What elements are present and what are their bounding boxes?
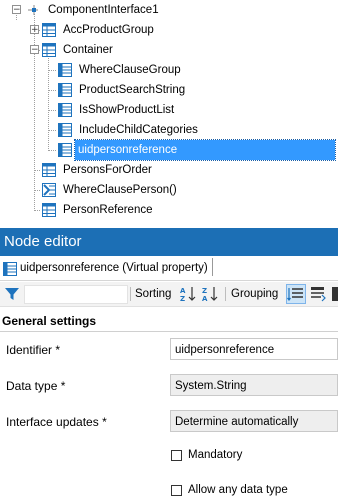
allow-any-data-type-label: Allow any data type	[188, 484, 288, 496]
node-editor-title: Node editor	[0, 228, 338, 256]
table-icon	[42, 23, 56, 37]
property-icon	[58, 83, 72, 97]
method-icon	[42, 183, 56, 197]
svg-text:Z: Z	[202, 287, 207, 295]
mandatory-checkbox[interactable]	[171, 450, 182, 461]
sort-descending-icon[interactable]: Z A	[201, 285, 219, 303]
group-by-category-icon[interactable]	[286, 284, 306, 304]
node-tab-label: uidpersonreference (Virtual property)	[20, 258, 213, 276]
property-icon	[3, 262, 17, 276]
group-more-icon[interactable]	[331, 285, 338, 303]
filter-input[interactable]	[24, 285, 128, 304]
property-icon	[58, 143, 72, 157]
editor-toolbar: Sorting A Z Z A Grouping	[0, 282, 338, 307]
tree-node-label: PersonReference	[63, 204, 153, 216]
datatype-select[interactable]: System.String	[170, 374, 338, 396]
tree-view[interactable]: − ComponentInterface1 + AccProductGroup …	[0, 0, 338, 226]
node-tab[interactable]: uidpersonreference (Virtual property)	[0, 258, 338, 281]
tree-node-label: WhereClausePerson()	[63, 184, 177, 196]
tree-node-uidpersonreference[interactable]: uidpersonreference	[0, 139, 338, 161]
property-icon	[58, 103, 72, 117]
table-icon	[42, 203, 56, 217]
group-list-icon[interactable]	[309, 285, 327, 303]
toolbar-separator	[225, 287, 226, 301]
identifier-input[interactable]: uidpersonreference	[170, 338, 338, 360]
tree-node-label: IsShowProductList	[79, 104, 175, 116]
component-interface-icon	[28, 5, 38, 15]
general-settings-header: General settings	[0, 310, 338, 332]
tree-node-componentinterface1[interactable]: − ComponentInterface1	[0, 0, 338, 20]
tree-node-includechildcategories[interactable]: IncludeChildCategories	[0, 120, 338, 140]
tree-node-label: PersonsForOrder	[63, 164, 152, 176]
svg-text:A: A	[202, 295, 208, 303]
svg-text:Z: Z	[180, 295, 185, 303]
tree-node-isshowproductlist[interactable]: IsShowProductList	[0, 100, 338, 120]
tree-node-label: uidpersonreference	[74, 139, 336, 161]
tree-node-whereclauseperson[interactable]: WhereClausePerson()	[0, 180, 338, 200]
property-icon	[58, 123, 72, 137]
interface-updates-label: Interface updates *	[6, 415, 107, 429]
tree-node-label: AccProductGroup	[63, 24, 154, 36]
allow-any-data-type-checkbox[interactable]	[171, 485, 182, 496]
tree-node-label: ProductSearchString	[79, 84, 186, 96]
tree-node-personsfororder[interactable]: PersonsForOrder	[0, 160, 338, 180]
table-icon	[42, 163, 56, 177]
interface-updates-select[interactable]: Determine automatically	[170, 410, 338, 432]
filter-icon[interactable]	[4, 286, 20, 302]
tree-node-personreference[interactable]: PersonReference	[0, 200, 338, 220]
datatype-label: Data type *	[6, 379, 66, 393]
tree-node-label: IncludeChildCategories	[79, 124, 198, 136]
tree-node-accproductgroup[interactable]: + AccProductGroup	[0, 20, 338, 40]
toolbar-separator	[130, 287, 131, 301]
sorting-label: Sorting	[135, 288, 172, 300]
collapse-icon[interactable]: −	[30, 45, 39, 55]
identifier-label: Identifier *	[6, 343, 61, 357]
collapse-icon[interactable]: −	[12, 5, 21, 15]
mandatory-label: Mandatory	[188, 449, 243, 461]
tree-node-label: ComponentInterface1	[48, 4, 159, 16]
tree-node-whereclausegroup[interactable]: WhereClauseGroup	[0, 60, 338, 80]
tree-node-container[interactable]: − Container	[0, 40, 338, 60]
tree-node-label: Container	[63, 44, 113, 56]
expand-icon[interactable]: +	[30, 25, 39, 35]
grouping-label: Grouping	[231, 288, 279, 300]
tree-node-productsearchstring[interactable]: ProductSearchString	[0, 80, 338, 100]
tree-node-label: WhereClauseGroup	[79, 64, 181, 76]
table-icon	[42, 43, 56, 57]
svg-text:A: A	[180, 287, 186, 295]
property-icon	[58, 63, 72, 77]
sort-ascending-icon[interactable]: A Z	[179, 285, 197, 303]
